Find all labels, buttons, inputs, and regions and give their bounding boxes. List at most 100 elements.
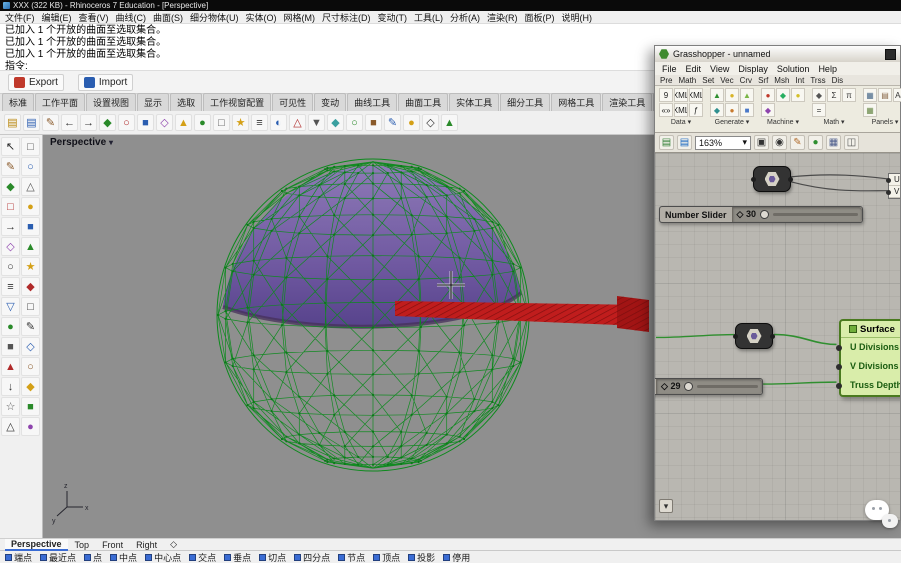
toolbar-icon[interactable]: ←: [61, 114, 78, 131]
sidebar-tool-icon[interactable]: ●: [21, 197, 40, 216]
gh-canvas[interactable]: Number Slider ◇ 30 der ◇ 29: [655, 153, 900, 520]
gh-group-caption[interactable]: Panels ▾: [872, 118, 899, 126]
surface-component-panel[interactable]: Surface U DivisionsV DivisionsTruss Dept…: [839, 319, 900, 397]
toolbar-icon[interactable]: ◇: [422, 114, 439, 131]
toolbar-tab[interactable]: 实体工具: [449, 93, 499, 111]
osnap-toggle[interactable]: 中心点: [145, 551, 181, 563]
clipped-panel-row[interactable]: U: [889, 174, 900, 186]
toolbar-tab[interactable]: 工作视窗配置: [203, 93, 271, 111]
number-slider-top[interactable]: Number Slider ◇ 30: [659, 206, 863, 223]
gh-component-tab[interactable]: Crv: [740, 76, 752, 85]
import-button[interactable]: Import: [78, 74, 133, 91]
osnap-toggle[interactable]: 端点: [5, 551, 32, 563]
menu-item[interactable]: 细分物体(U): [190, 11, 239, 24]
sidebar-tool-icon[interactable]: ■: [21, 397, 40, 416]
sidebar-tool-icon[interactable]: ↖: [1, 137, 20, 156]
toolbar-tab[interactable]: 可见性: [272, 93, 313, 111]
toolbar-tab[interactable]: 显示: [137, 93, 169, 111]
toolbar-icon[interactable]: ≡: [251, 114, 268, 131]
menu-item[interactable]: 编辑(E): [42, 11, 72, 24]
surface-panel-title[interactable]: Surface: [841, 321, 900, 338]
checkbox-icon[interactable]: [443, 554, 450, 561]
gh-component-icon[interactable]: ●: [725, 103, 739, 117]
paint-icon[interactable]: ✎: [790, 135, 805, 150]
gh-component-icon[interactable]: ▲: [740, 88, 754, 102]
gh-component-tab[interactable]: Dis: [832, 76, 844, 85]
slider-rail[interactable]: [697, 385, 758, 388]
toolbar-tab[interactable]: 设置视图: [86, 93, 136, 111]
panel-input-row[interactable]: V Divisions: [841, 357, 900, 376]
gh-component-icon[interactable]: «»: [659, 103, 673, 117]
menu-item[interactable]: 分析(A): [450, 11, 480, 24]
gh-menu-item[interactable]: View: [710, 64, 729, 74]
gh-component-tab[interactable]: Set: [702, 76, 714, 85]
gh-component-tab[interactable]: Msh: [774, 76, 789, 85]
sidebar-tool-icon[interactable]: △: [1, 417, 20, 436]
toolbar-tab[interactable]: 渲染工具: [602, 93, 652, 111]
sidebar-tool-icon[interactable]: ●: [21, 417, 40, 436]
sidebar-tool-icon[interactable]: ◇: [21, 337, 40, 356]
new-viewport-tab-icon[interactable]: ◇: [164, 539, 183, 550]
gh-component-icon[interactable]: ◆: [710, 103, 724, 117]
sidebar-tool-icon[interactable]: ○: [1, 257, 20, 276]
osnap-toggle[interactable]: 节点: [338, 551, 365, 563]
menu-item[interactable]: 网格(M): [284, 11, 316, 24]
gh-component-icon[interactable]: Σ: [827, 88, 841, 102]
sidebar-tool-icon[interactable]: ☆: [1, 397, 20, 416]
viewport-tab-top[interactable]: Top: [69, 540, 96, 550]
toolbar-icon[interactable]: ◇: [156, 114, 173, 131]
toolbar-icon[interactable]: ■: [137, 114, 154, 131]
gh-component-icon[interactable]: ●: [761, 88, 775, 102]
gh-menu-item[interactable]: Display: [738, 64, 768, 74]
toolbar-icon[interactable]: ▤: [23, 114, 40, 131]
osnap-toggle[interactable]: 点: [84, 551, 102, 563]
menu-item[interactable]: 曲面(S): [153, 11, 183, 24]
toolbar-icon[interactable]: ★: [232, 114, 249, 131]
toolbar-icon[interactable]: ■: [365, 114, 382, 131]
save-icon[interactable]: ▤: [659, 135, 674, 150]
gh-component-icon[interactable]: Aa: [893, 88, 901, 102]
sidebar-tool-icon[interactable]: →: [1, 217, 20, 236]
checkbox-icon[interactable]: [189, 554, 196, 561]
menu-item[interactable]: 尺寸标注(D): [322, 11, 371, 24]
sidebar-tool-icon[interactable]: ▽: [1, 297, 20, 316]
toolbar-icon[interactable]: ▲: [441, 114, 458, 131]
sidebar-tool-icon[interactable]: ○: [21, 357, 40, 376]
zoom-extents-icon[interactable]: ▣: [754, 135, 769, 150]
toolbar-icon[interactable]: ◐: [270, 114, 287, 131]
menu-item[interactable]: 文件(F): [5, 11, 35, 24]
toolbar-icon[interactable]: ◆: [327, 114, 344, 131]
toolbar-tab[interactable]: 标准: [2, 93, 34, 111]
slider-grip[interactable]: [760, 210, 769, 219]
preview-eye-icon[interactable]: ◉: [772, 135, 787, 150]
sidebar-tool-icon[interactable]: ◆: [21, 377, 40, 396]
gh-component-icon[interactable]: ▲: [710, 88, 724, 102]
viewport-tab-right[interactable]: Right: [130, 540, 163, 550]
sidebar-tool-icon[interactable]: ✎: [21, 317, 40, 336]
menu-item[interactable]: 工具(L): [414, 11, 443, 24]
gh-component-tab[interactable]: Math: [678, 76, 696, 85]
gh-component-tab[interactable]: Pre: [660, 76, 672, 85]
menu-item[interactable]: 渲染(R): [487, 11, 518, 24]
panel-input-row[interactable]: U Divisions: [841, 338, 900, 357]
osnap-toggle[interactable]: 四分点: [294, 551, 330, 563]
gh-component-icon[interactable]: ◆: [761, 103, 775, 117]
sidebar-tool-icon[interactable]: ●: [1, 317, 20, 336]
osnap-toggle[interactable]: 中点: [110, 551, 137, 563]
sidebar-tool-icon[interactable]: ■: [21, 217, 40, 236]
checkbox-icon[interactable]: [373, 554, 380, 561]
toolbar-icon[interactable]: ✎: [42, 114, 59, 131]
viewport-tab-front[interactable]: Front: [96, 540, 129, 550]
sidebar-tool-icon[interactable]: □: [1, 197, 20, 216]
gh-component-node-top[interactable]: [753, 166, 791, 192]
menu-item[interactable]: 曲线(C): [116, 11, 147, 24]
zoom-level-select[interactable]: 163% ▾: [695, 136, 751, 150]
render-sphere-icon[interactable]: ●: [808, 135, 823, 150]
grasshopper-titlebar[interactable]: Grasshopper - unnamed: [655, 46, 900, 62]
canvas-corner-widget[interactable]: ▾: [659, 499, 673, 513]
sidebar-tool-icon[interactable]: ■: [1, 337, 20, 356]
gh-group-caption[interactable]: Data ▾: [671, 118, 691, 126]
toolbar-tab[interactable]: 曲线工具: [347, 93, 397, 111]
checkbox-icon[interactable]: [145, 554, 152, 561]
toolbar-tab[interactable]: 曲面工具: [398, 93, 448, 111]
